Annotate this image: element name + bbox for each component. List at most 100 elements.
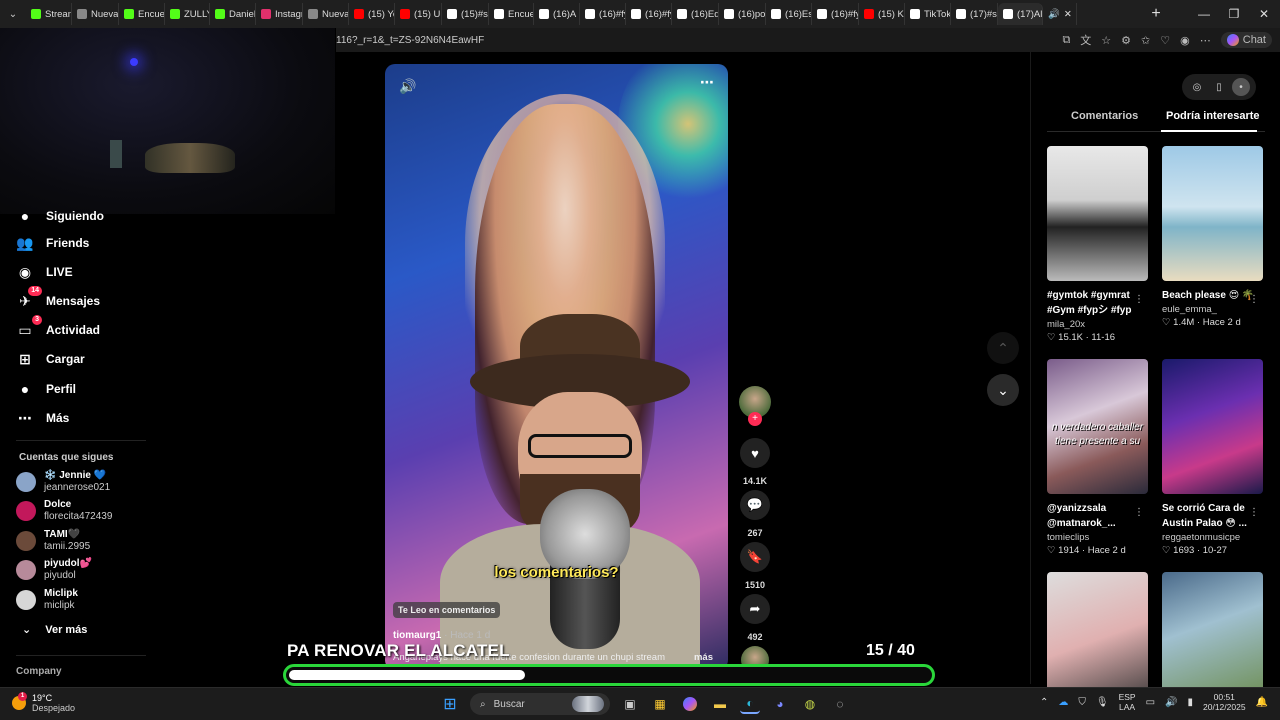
favorites-icon[interactable]: ✩ xyxy=(1141,34,1150,47)
video-author[interactable]: tiomaurg1 · Hace 1 d xyxy=(393,630,490,641)
tab-podria-interesarte[interactable]: Podría interesarte xyxy=(1166,110,1260,122)
sidebar-item-more[interactable]: ⋯ Más xyxy=(16,409,69,427)
sidebar-item-live[interactable]: ◉ LIVE xyxy=(16,263,73,281)
comment-icon[interactable]: 💬 xyxy=(740,490,770,520)
card-username[interactable]: eule_emma_ xyxy=(1162,304,1263,315)
browser-tab[interactable]: (16)Edi xyxy=(672,3,719,25)
battery-icon[interactable]: ▮ xyxy=(1187,697,1193,708)
maximize-button[interactable]: ❐ xyxy=(1218,0,1250,28)
coin-icon[interactable]: ◎ xyxy=(1188,78,1206,96)
creator-avatar-group[interactable]: + xyxy=(739,386,771,426)
browser-tab[interactable]: TikTok xyxy=(905,3,951,25)
language-indicator[interactable]: ESP LAA xyxy=(1119,692,1136,712)
profile-avatar-icon[interactable]: ◉ xyxy=(1180,34,1190,47)
volume-tray-icon[interactable]: 🔊 xyxy=(1165,697,1177,708)
more-options-icon[interactable]: ⋯ xyxy=(700,74,714,91)
browser-tab[interactable]: (16)#fy xyxy=(626,3,672,25)
tab-menu-chevron-icon[interactable]: ⌄ xyxy=(0,0,26,28)
recommended-video-card[interactable]: n verdadero caballer tiene presente a su… xyxy=(1047,359,1148,556)
new-tab-button[interactable]: + xyxy=(1140,0,1172,28)
store-icon[interactable]: ▦ xyxy=(650,694,670,714)
previous-video-button[interactable]: ⌃ xyxy=(987,332,1019,364)
onedrive-icon[interactable]: ☁ xyxy=(1058,697,1068,708)
browser-essentials-icon[interactable]: ♡ xyxy=(1160,34,1170,47)
card-title[interactable]: #gymtok #gymrat #Gym #fypシ #fyp xyxy=(1047,288,1142,318)
obs-icon[interactable]: ◌ xyxy=(830,694,850,714)
clock[interactable]: 00:51 20/12/2025 xyxy=(1203,692,1246,712)
user-avatar[interactable]: • xyxy=(1232,78,1250,96)
file-explorer-icon[interactable]: ▬ xyxy=(710,694,730,714)
avatar[interactable] xyxy=(16,560,36,580)
see-more-button[interactable]: ⌄ Ver más xyxy=(22,623,87,637)
card-more-icon[interactable]: ⋮ xyxy=(1249,294,1259,305)
device-icon[interactable]: ▯ xyxy=(1210,78,1228,96)
tab-audio-icon[interactable]: 🔊 xyxy=(1048,9,1060,20)
recommended-video-card[interactable]: Beach please 😍 🌴 ⋮ eule_emma_ ♡ 1.4M · Hace… xyxy=(1162,146,1263,328)
card-title[interactable]: @yanizzsala @matnarok_... xyxy=(1047,501,1142,531)
active-tab-controls[interactable]: 🔊 ✕ xyxy=(1043,3,1077,25)
avatar[interactable] xyxy=(16,590,36,610)
creator-avatar[interactable]: + xyxy=(739,386,771,426)
discord-icon[interactable]: ◕ xyxy=(770,694,790,714)
tab-comentarios[interactable]: Comentarios xyxy=(1071,110,1138,122)
author-username[interactable]: tiomaurg1 xyxy=(393,630,441,641)
browser-tab[interactable]: (16)Esc xyxy=(766,3,812,25)
sidebar-item-profile[interactable]: ● Perfil xyxy=(16,380,76,398)
tab-close-icon[interactable]: ✕ xyxy=(1064,9,1072,20)
followed-account[interactable]: Dolce florecita472439 xyxy=(16,499,112,523)
followed-account[interactable]: Miclipk miclipk xyxy=(16,588,78,612)
like-action[interactable]: ♥ 14.1K xyxy=(739,438,771,486)
video-thumbnail[interactable] xyxy=(1162,146,1263,281)
followed-account[interactable]: piyudol💕 piyudol xyxy=(16,558,92,582)
video-thumbnail[interactable] xyxy=(1047,146,1148,281)
browser-tab[interactable]: Nueva xyxy=(303,3,349,25)
task-view-icon[interactable]: ▣ xyxy=(620,694,640,714)
taskbar-search-box[interactable]: ⌕ Buscar xyxy=(470,693,610,715)
browser-tab[interactable]: (16)po xyxy=(719,3,766,25)
minimize-button[interactable]: — xyxy=(1188,0,1220,28)
avatar[interactable] xyxy=(16,501,36,521)
close-window-button[interactable]: ✕ xyxy=(1248,0,1280,28)
recommended-video-card[interactable]: Se corrió Cara de Austin Palao 😳 ... ⋮ reg… xyxy=(1162,359,1263,556)
card-more-icon[interactable]: ⋮ xyxy=(1134,294,1144,305)
browser-tab[interactable]: Daniela xyxy=(210,3,256,25)
recommended-video-card[interactable]: #gymtok #gymrat #Gym #fypシ #fyp ⋮ mila_20x… xyxy=(1047,146,1148,343)
notifications-icon[interactable]: 🔔 xyxy=(1256,697,1268,708)
favorite-star-icon[interactable]: ☆ xyxy=(1101,34,1111,47)
settings-more-icon[interactable]: ⋯ xyxy=(1200,34,1211,47)
card-username[interactable]: tomieclips xyxy=(1047,532,1148,543)
browser-tab[interactable]: Encuen xyxy=(489,3,534,25)
card-username[interactable]: reggaetonmusicpe xyxy=(1162,532,1263,543)
sidebar-item-following[interactable]: ● Siguiendo xyxy=(16,207,104,225)
comment-action[interactable]: 💬 267 xyxy=(739,490,771,538)
browser-tab[interactable]: (15) Ul xyxy=(395,3,442,25)
display-icon[interactable]: ▭ xyxy=(1146,697,1155,708)
browser-tab[interactable]: (16)#fy xyxy=(812,3,859,25)
share-action[interactable]: ➦ 492 xyxy=(739,594,771,642)
browser-tab[interactable]: (15) Ka xyxy=(859,3,905,25)
heart-icon[interactable]: ♥ xyxy=(740,438,770,468)
browser-tab[interactable]: Stream xyxy=(26,3,72,25)
sidebar-item-friends[interactable]: 👥 Friends xyxy=(16,234,89,252)
edge-browser-icon[interactable]: ◐ xyxy=(740,694,760,714)
browser-tab[interactable]: ZULLY xyxy=(165,3,210,25)
copilot-app-icon[interactable] xyxy=(680,694,700,714)
chrome-icon[interactable]: ◍ xyxy=(800,694,820,714)
open-in-app-icon[interactable]: ⧉ xyxy=(1062,34,1070,47)
volume-icon[interactable]: 🔊 xyxy=(399,78,416,95)
browser-tab[interactable]: (16)#fy xyxy=(580,3,626,25)
save-action[interactable]: 🔖 1510 xyxy=(739,542,771,590)
share-icon[interactable]: ➦ xyxy=(740,594,770,624)
browser-tab[interactable]: Nueva xyxy=(72,3,119,25)
sidebar-item-messages[interactable]: ✈ 14 Mensajes xyxy=(16,286,100,310)
card-title[interactable]: Se corrió Cara de Austin Palao 😳 ... xyxy=(1162,501,1257,531)
video-thumbnail[interactable]: n verdadero caballer tiene presente a su xyxy=(1047,359,1148,494)
translate-icon[interactable]: 文 xyxy=(1080,32,1091,48)
browser-tab[interactable]: Encuen xyxy=(119,3,165,25)
avatar[interactable] xyxy=(16,472,36,492)
weather-widget[interactable]: 1 19°C Despejado xyxy=(12,692,75,713)
browser-tab[interactable]: (15) Yo xyxy=(349,3,395,25)
comment-tag[interactable]: Te Leo en comentarios xyxy=(393,602,501,618)
browser-tab[interactable]: (17)#s xyxy=(951,3,998,25)
security-icon[interactable]: ⛉ xyxy=(1078,697,1086,708)
